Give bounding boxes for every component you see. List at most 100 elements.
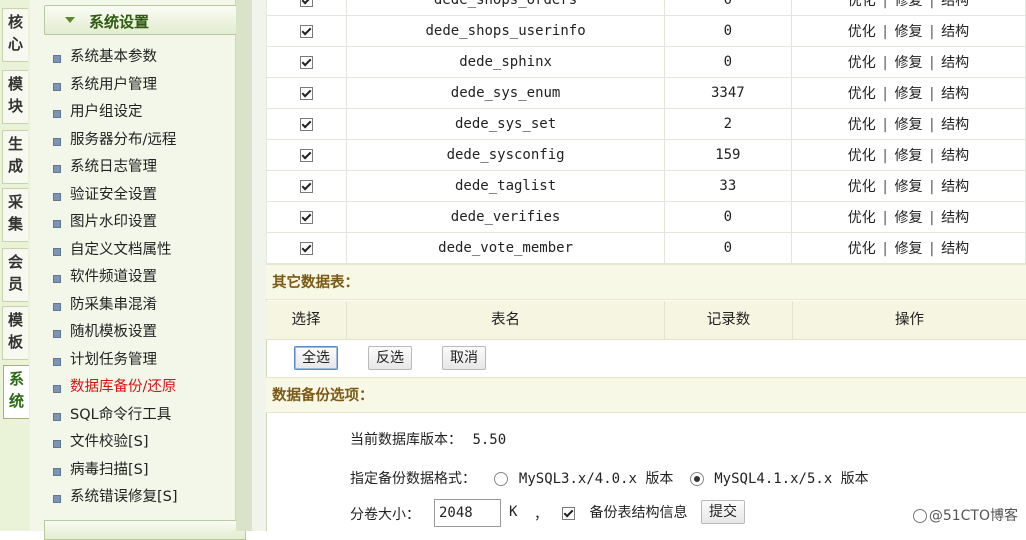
optimize-link[interactable]: 优化 — [848, 241, 876, 257]
repair-link[interactable]: 修复 — [894, 0, 922, 9]
sidebar-item-label: 系统基本参数 — [70, 49, 157, 65]
structure-link[interactable]: 结构 — [941, 210, 969, 226]
sidebar-item[interactable]: 随机模板设置 — [52, 319, 178, 347]
select-all-button[interactable]: 全选 — [294, 346, 338, 370]
main-content: dede_shops_orders 0 优化 | 修复 | 结构 dede_shops_use… — [265, 0, 1026, 531]
bullet-icon — [53, 330, 61, 338]
vtab-6[interactable]: 系统 — [3, 365, 29, 419]
vtab-2[interactable]: 生成 — [2, 130, 28, 184]
menu-header-system-settings[interactable]: 系统设置 — [44, 5, 246, 35]
bullet-icon — [53, 247, 61, 256]
optimize-link[interactable]: 优化 — [848, 0, 876, 9]
structure-link[interactable]: 结构 — [941, 55, 969, 71]
vtab-5[interactable]: 模板 — [2, 306, 28, 360]
row-checkbox[interactable] — [300, 24, 314, 38]
sidebar-item[interactable]: 系统基本参数 — [52, 44, 178, 72]
structure-link[interactable]: 结构 — [941, 179, 969, 195]
row-ops: 优化 | 修复 | 结构 — [790, 108, 1026, 140]
sidebar-item[interactable]: 系统错误修复[S] — [52, 484, 178, 512]
structure-link[interactable]: 结构 — [941, 148, 969, 164]
row-checkbox[interactable] — [300, 0, 314, 7]
row-checkbox[interactable] — [300, 179, 314, 193]
table-name: dede_shops_orders — [346, 0, 665, 16]
record-count: 159 — [663, 139, 792, 171]
row-checkbox[interactable] — [300, 210, 314, 224]
sidebar-item[interactable]: 计划任务管理 — [52, 347, 178, 375]
row-checkbox[interactable] — [300, 55, 314, 69]
sidebar-item[interactable]: 病毒扫描[S] — [52, 457, 178, 485]
col-header-name: 表名 — [347, 301, 665, 339]
sidebar-item[interactable]: 防采集串混淆 — [52, 292, 178, 320]
vtab-0[interactable]: 核心 — [2, 8, 28, 62]
invert-selection-button[interactable]: 反选 — [368, 346, 412, 370]
sidebar-item-label: 用户组设定 — [70, 104, 143, 120]
repair-link[interactable]: 修复 — [894, 55, 922, 71]
row-select-cell — [265, 232, 348, 264]
optimize-link[interactable]: 优化 — [848, 210, 876, 226]
structure-link[interactable]: 结构 — [941, 24, 969, 40]
ops-separator: | — [929, 210, 935, 226]
sidebar-item[interactable]: 数据库备份/还原 — [52, 374, 178, 402]
menu-header-next[interactable] — [44, 520, 246, 540]
sidebar-item-label: SQL命令行工具 — [70, 406, 172, 423]
sidebar-item[interactable]: 文件校验[S] — [52, 429, 178, 457]
optimize-link[interactable]: 优化 — [848, 86, 876, 102]
table-row: dede_shops_userinfo 0 优化 | 修复 | 结构 — [265, 15, 1026, 47]
vtab-4[interactable]: 会员 — [2, 248, 28, 302]
row-checkbox[interactable] — [300, 86, 314, 100]
vtab-3[interactable]: 采集 — [2, 188, 28, 242]
repair-link[interactable]: 修复 — [894, 210, 922, 226]
optimize-link[interactable]: 优化 — [848, 179, 876, 195]
row-ops: 优化 | 修复 | 结构 — [790, 139, 1026, 171]
table-row: dede_taglist 33 优化 | 修复 | 结构 — [265, 170, 1026, 202]
optimize-link[interactable]: 优化 — [848, 55, 876, 71]
sidebar-item[interactable]: 验证安全设置 — [52, 182, 178, 210]
structure-link[interactable]: 结构 — [941, 86, 969, 102]
repair-link[interactable]: 修复 — [894, 241, 922, 257]
vtab-1[interactable]: 模块 — [2, 70, 28, 124]
vtab-char: 心 — [7, 35, 23, 53]
sidebar-item[interactable]: 自定义文档属性 — [52, 237, 178, 265]
structure-checkbox-row: 备份表结构信息 — [562, 502, 687, 522]
format-radio-mysql41[interactable] — [689, 472, 704, 486]
structure-link[interactable]: 结构 — [941, 0, 969, 9]
sidebar-item[interactable]: 系统日志管理 — [52, 154, 178, 182]
record-count: 0 — [663, 15, 792, 47]
structure-link[interactable]: 结构 — [941, 241, 969, 257]
sidebar-item[interactable]: 图片水印设置 — [52, 209, 178, 237]
volume-size-input[interactable]: 2048 — [434, 499, 501, 527]
record-count: 0 — [663, 201, 792, 233]
row-checkbox[interactable] — [300, 148, 314, 162]
sidebar-item[interactable]: 服务器分布/远程 — [52, 127, 178, 155]
repair-link[interactable]: 修复 — [894, 179, 922, 195]
format-radio-mysql3[interactable] — [494, 472, 509, 486]
row-select-cell — [265, 77, 348, 109]
optimize-link[interactable]: 优化 — [848, 117, 876, 133]
sidebar-item[interactable]: 软件频道设置 — [52, 264, 178, 292]
table-row: dede_verifies 0 优化 | 修复 | 结构 — [265, 201, 1026, 233]
optimize-link[interactable]: 优化 — [848, 148, 876, 164]
repair-link[interactable]: 修复 — [894, 117, 922, 133]
repair-link[interactable]: 修复 — [894, 148, 922, 164]
structure-link[interactable]: 结构 — [941, 117, 969, 133]
row-checkbox[interactable] — [300, 117, 314, 131]
record-count: 2 — [663, 108, 792, 140]
repair-link[interactable]: 修复 — [894, 24, 922, 40]
bullet-icon — [53, 302, 61, 311]
sidebar-item-label: 系统错误修复[S] — [70, 489, 178, 505]
backup-structure-checkbox[interactable] — [562, 506, 575, 520]
sidebar-item[interactable]: SQL命令行工具 — [52, 402, 178, 430]
frame-divider[interactable] — [236, 0, 252, 531]
row-checkbox[interactable] — [300, 241, 314, 255]
bullet-icon — [53, 82, 61, 91]
table-name: dede_vote_member — [346, 232, 665, 264]
sidebar-item[interactable]: 用户组设定 — [52, 99, 178, 127]
table-name: dede_verifies — [346, 201, 665, 233]
bullet-icon — [53, 137, 61, 146]
bullet-icon — [53, 220, 61, 228]
optimize-link[interactable]: 优化 — [848, 24, 876, 40]
cancel-selection-button[interactable]: 取消 — [442, 346, 486, 370]
submit-button[interactable]: 提交 — [701, 500, 745, 524]
repair-link[interactable]: 修复 — [894, 86, 922, 102]
sidebar-item[interactable]: 系统用户管理 — [52, 72, 178, 100]
